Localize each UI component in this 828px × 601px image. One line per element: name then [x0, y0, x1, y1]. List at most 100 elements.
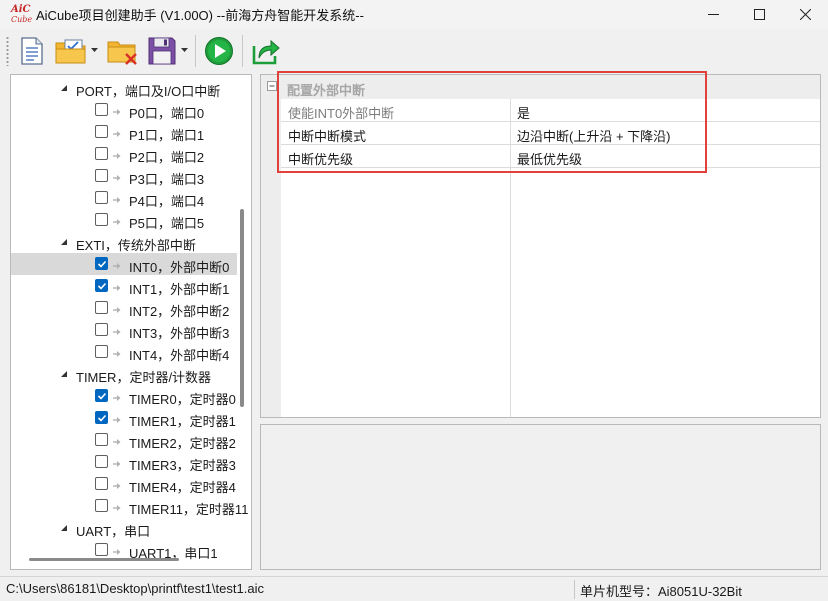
- toolbar-separator: [242, 34, 243, 67]
- tree-item-checkbox[interactable]: [95, 213, 108, 226]
- tree-item-checkbox[interactable]: [95, 345, 108, 358]
- close-project-button[interactable]: [105, 33, 141, 69]
- tree-horizontal-scrollbar[interactable]: [29, 558, 179, 561]
- tree-group-label: PORT，端口及I/O口中断: [76, 84, 221, 99]
- tree-item-label: P1口，端口1: [129, 128, 205, 143]
- property-description-pane: [260, 424, 821, 570]
- tree-item-label: INT0，外部中断0: [129, 260, 230, 275]
- tree-item-checkbox[interactable]: [95, 301, 108, 314]
- tree-item-row[interactable]: INT3，外部中断3: [11, 319, 237, 341]
- tree-expanded-icon[interactable]: [59, 83, 69, 93]
- tree-group-label: TIMER，定时器/计数器: [76, 370, 212, 385]
- save-dropdown-button[interactable]: [179, 33, 189, 69]
- tree-item-checkbox[interactable]: [95, 147, 108, 160]
- tree-item-row[interactable]: P2口，端口2: [11, 143, 237, 165]
- tree-expanded-icon[interactable]: [59, 523, 69, 533]
- tree-item-label: TIMER4，定时器4: [129, 480, 236, 495]
- tree-item-checkbox[interactable]: [95, 279, 108, 292]
- tree-item-checkbox[interactable]: [95, 543, 108, 556]
- tree-item-checkbox[interactable]: [95, 477, 108, 490]
- title-bar: AiC Cube AiCube项目创建助手 (V1.00O) --前海方舟智能开…: [0, 0, 828, 29]
- tree-group-label: UART，串口: [76, 524, 151, 539]
- save-project-button[interactable]: [145, 33, 179, 69]
- tree-item-row[interactable]: TIMER4，定时器4: [11, 473, 237, 495]
- arrow-right-icon: [112, 127, 122, 137]
- tree-item-checkbox[interactable]: [95, 499, 108, 512]
- export-icon: [252, 39, 280, 64]
- close-folder-icon: [107, 41, 137, 65]
- maximize-button[interactable]: [736, 0, 782, 29]
- tree-item-row[interactable]: TIMER2，定时器2: [11, 429, 237, 451]
- export-button[interactable]: [249, 33, 283, 69]
- tree-item-checkbox[interactable]: [95, 323, 108, 336]
- tree-item-label: INT2，外部中断2: [129, 304, 230, 319]
- tree-group-row[interactable]: PORT，端口及I/O口中断: [11, 77, 237, 99]
- run-play-icon: [205, 36, 233, 65]
- tree-group-row[interactable]: UART，串口: [11, 517, 237, 539]
- project-path: C:\Users\86181\Desktop\printf\test1\test…: [6, 581, 264, 596]
- tree-item-row[interactable]: TIMER11，定时器11: [11, 495, 248, 517]
- tree-item-checkbox[interactable]: [95, 191, 108, 204]
- open-dropdown-button[interactable]: [89, 33, 99, 69]
- tree-item-label: P5口，端口5: [129, 216, 205, 231]
- tree-item-checkbox[interactable]: [95, 169, 108, 182]
- tree-item-row[interactable]: P4口，端口4: [11, 187, 237, 209]
- collapse-icon[interactable]: [267, 81, 277, 91]
- tree-item-label: P3口，端口3: [129, 172, 205, 187]
- arrow-right-icon: [112, 457, 122, 467]
- tree-item-label: P2口，端口2: [129, 150, 205, 165]
- tree-item-row[interactable]: P3口，端口3: [11, 165, 237, 187]
- tree-item-checkbox[interactable]: [95, 411, 108, 424]
- tree-item-checkbox[interactable]: [95, 455, 108, 468]
- close-button[interactable]: [782, 0, 828, 29]
- window-title: AiCube项目创建助手 (V1.00O) --前海方舟智能开发系统--: [36, 8, 364, 23]
- tree-item-label: P4口，端口4: [129, 194, 205, 209]
- tree-item-row[interactable]: P5口，端口5: [11, 209, 237, 231]
- arrow-right-icon: [112, 479, 122, 489]
- run-button[interactable]: [202, 33, 236, 69]
- peripheral-tree[interactable]: PORT，端口及I/O口中断 P0口，端口0 P1口，端口1 P2口，端口2 P3口，端…: [10, 74, 252, 570]
- arrow-right-icon: [112, 347, 122, 357]
- tree-group-label: EXTI，传统外部中断: [76, 238, 196, 253]
- tree-item-checkbox[interactable]: [95, 389, 108, 402]
- tree-item-label: TIMER3，定时器3: [129, 458, 236, 473]
- tree-expanded-icon[interactable]: [59, 237, 69, 247]
- tree-item-checkbox[interactable]: [95, 125, 108, 138]
- logo-text-bottom: Cube: [11, 14, 33, 24]
- tree-item-row[interactable]: TIMER0，定时器0: [11, 385, 237, 407]
- tree-item-row[interactable]: INT4，外部中断4: [11, 341, 237, 363]
- tree-item-row[interactable]: TIMER1，定时器1: [11, 407, 237, 429]
- minimize-button[interactable]: [690, 0, 736, 29]
- open-project-button[interactable]: [53, 33, 89, 69]
- tree-item-checkbox[interactable]: [95, 257, 108, 270]
- arrow-right-icon: [112, 149, 122, 159]
- maximize-icon: [753, 9, 765, 20]
- tree-item-label: P0口，端口0: [129, 106, 205, 121]
- tree-group-row[interactable]: EXTI，传统外部中断: [11, 231, 237, 253]
- tree-vertical-scrollbar[interactable]: [240, 209, 244, 407]
- highlight-box: [277, 71, 707, 173]
- tree-item-checkbox[interactable]: [95, 433, 108, 446]
- tree-item-row[interactable]: P1口，端口1: [11, 121, 237, 143]
- new-document-icon: [21, 36, 43, 65]
- tree-item-label: TIMER0，定时器0: [129, 392, 236, 407]
- chip-model: 单片机型号：Ai8051U-32Bit: [580, 584, 742, 599]
- arrow-right-icon: [112, 193, 122, 203]
- tree-item-row[interactable]: INT2，外部中断2: [11, 297, 237, 319]
- tree-expanded-icon[interactable]: [59, 369, 69, 379]
- tree-item-checkbox[interactable]: [95, 103, 108, 116]
- arrow-right-icon: [112, 303, 122, 313]
- tree-item-row[interactable]: INT1，外部中断1: [11, 275, 237, 297]
- tree-item-row[interactable]: P0口，端口0: [11, 99, 237, 121]
- close-icon: [799, 9, 811, 20]
- tree-item-row[interactable]: TIMER3，定时器3: [11, 451, 237, 473]
- arrow-right-icon: [112, 281, 122, 291]
- toolbar: [0, 29, 828, 72]
- toolbar-grip[interactable]: [6, 35, 9, 66]
- tree-group-row[interactable]: TIMER，定时器/计数器: [11, 363, 237, 385]
- new-project-button[interactable]: [15, 33, 49, 69]
- chevron-down-icon: [90, 48, 98, 52]
- arrow-right-icon: [112, 259, 122, 269]
- status-divider: [574, 580, 575, 599]
- tree-item-row[interactable]: INT0，外部中断0: [11, 253, 237, 275]
